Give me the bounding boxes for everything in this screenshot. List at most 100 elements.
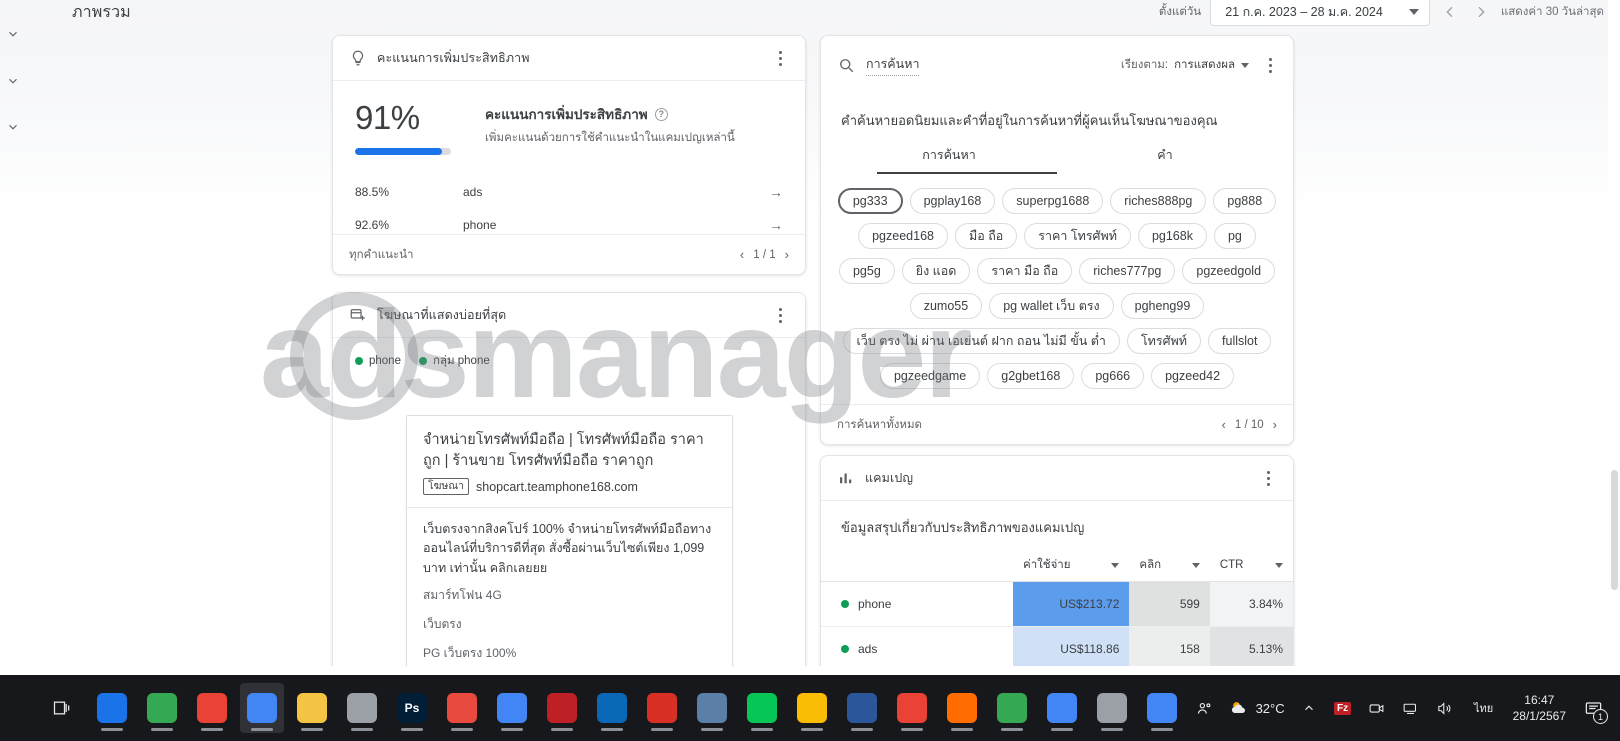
search-term-chip[interactable]: riches777pg bbox=[1079, 258, 1175, 284]
taskbar-app-steam[interactable] bbox=[690, 683, 734, 733]
chrome-1-icon bbox=[147, 693, 177, 723]
arrow-right-icon[interactable]: → bbox=[769, 217, 783, 233]
legend-item[interactable]: phone bbox=[355, 355, 401, 367]
search-term-chip[interactable]: ราคา มือ ถือ bbox=[977, 258, 1072, 284]
table-row[interactable]: ads US$118.86 158 5.13% bbox=[821, 627, 1293, 672]
all-searches-link[interactable]: การค้นหาทั้งหมด bbox=[837, 416, 922, 434]
col-header-cost[interactable]: ค่าใช้จ่าย bbox=[1013, 556, 1129, 582]
search-term-chip[interactable]: pg666 bbox=[1081, 363, 1144, 389]
ad-sitelink[interactable]: PG เว็บตรง 100% bbox=[423, 644, 716, 663]
clock[interactable]: 16:47 28/1/2567 bbox=[1513, 692, 1566, 724]
people-icon[interactable] bbox=[1195, 698, 1215, 718]
pager-prev-icon[interactable]: ‹ bbox=[740, 247, 744, 262]
search-term-chip[interactable]: pgzeedgame bbox=[880, 363, 980, 389]
search-term-chip[interactable]: pgzeed42 bbox=[1151, 363, 1234, 389]
taskbar-app-photoshop[interactable]: Ps bbox=[390, 683, 434, 733]
search-term-chip[interactable]: fullslot bbox=[1208, 328, 1271, 354]
row-ctr: 3.84% bbox=[1210, 582, 1293, 627]
search-term-chip[interactable]: ราคา โทรศัพท์ bbox=[1024, 223, 1131, 249]
scrollbar-thumb[interactable] bbox=[1611, 470, 1618, 590]
page-scrollbar[interactable] bbox=[1608, 0, 1620, 670]
taskbar-app-vs-code[interactable] bbox=[590, 683, 634, 733]
question-mark-icon[interactable]: ? bbox=[655, 108, 668, 121]
search-term-chip[interactable]: riches888pg bbox=[1110, 188, 1206, 214]
col-header-clicks[interactable]: คลิก bbox=[1129, 556, 1209, 582]
taskbar-app-file-explorer[interactable] bbox=[290, 683, 334, 733]
taskbar-app-chrome-3[interactable] bbox=[240, 683, 284, 733]
weather-widget[interactable]: 32°C bbox=[1229, 698, 1285, 718]
ad-display-url[interactable]: shopcart.teamphone168.com bbox=[476, 480, 638, 494]
search-term-chip[interactable]: g2gbet168 bbox=[987, 363, 1074, 389]
taskbar-app-chrome-1[interactable] bbox=[140, 683, 184, 733]
search-term-chip[interactable]: pg wallet เว็บ ตรง bbox=[989, 293, 1113, 319]
sort-by-control[interactable]: เรียงตาม: การแสดงผล bbox=[1121, 56, 1249, 74]
all-recommendations-link[interactable]: ทุกคำแนะนำ bbox=[349, 246, 413, 264]
taskbar-app-filezilla[interactable] bbox=[540, 683, 584, 733]
taskbar-app-chrome-8[interactable] bbox=[990, 683, 1034, 733]
search-term-chip[interactable]: pg bbox=[1214, 223, 1256, 249]
date-next-button[interactable] bbox=[1470, 1, 1492, 23]
taskbar-app-photos[interactable] bbox=[340, 683, 384, 733]
ad-sitelink[interactable]: สมาร์ทโฟน 4G bbox=[423, 586, 716, 605]
filezilla-tray-icon[interactable]: Fz bbox=[1333, 698, 1353, 718]
search-card-menu-button[interactable] bbox=[1259, 52, 1281, 78]
taskbar-app-chrome-2[interactable] bbox=[190, 683, 234, 733]
chevron-up-icon[interactable] bbox=[1299, 698, 1319, 718]
search-term-chip[interactable]: โทรศัพท์ bbox=[1127, 328, 1201, 354]
taskbar-app-chrome-9[interactable] bbox=[1040, 683, 1084, 733]
taskbar-app-line[interactable] bbox=[740, 683, 784, 733]
taskbar-app-chrome-5[interactable] bbox=[790, 683, 834, 733]
camera-icon[interactable] bbox=[1367, 698, 1387, 718]
chevron-down-icon bbox=[1409, 9, 1419, 15]
search-term-chip[interactable]: zumo55 bbox=[910, 293, 982, 319]
notification-icon[interactable]: 1 bbox=[1580, 695, 1606, 721]
rail-expand-chevron-2[interactable] bbox=[4, 72, 22, 90]
search-term-chip[interactable]: มือ ถือ bbox=[955, 223, 1017, 249]
legend-item[interactable]: กลุ่ม phone bbox=[419, 352, 490, 370]
search-term-chip[interactable]: pgzeed168 bbox=[858, 223, 948, 249]
search-term-chip[interactable]: pg168k bbox=[1138, 223, 1207, 249]
notification-count: 1 bbox=[1593, 709, 1608, 724]
search-term-chip[interactable]: pgplay168 bbox=[910, 188, 996, 214]
search-term-chip[interactable]: เว็บ ตรง ไม่ ผ่าน เอเย่นต์ ฝาก ถอน ไม่มี… bbox=[843, 328, 1120, 354]
taskbar-app-notepad[interactable] bbox=[640, 683, 684, 733]
legend-label: phone bbox=[369, 355, 401, 367]
pager-next-icon[interactable]: › bbox=[1273, 417, 1277, 432]
tab-searches[interactable]: การค้นหา bbox=[841, 145, 1057, 174]
search-term-chip[interactable]: pgheng99 bbox=[1121, 293, 1205, 319]
search-term-chip[interactable]: pg5g bbox=[839, 258, 895, 284]
taskbar-app-chrome-7[interactable] bbox=[940, 683, 984, 733]
taskbar-app-chrome-4[interactable] bbox=[490, 683, 534, 733]
volume-icon[interactable] bbox=[1435, 698, 1455, 718]
ad-preview-box[interactable]: จำหน่ายโทรศัพท์มือถือ | โทรศัพท์มือถือ ร… bbox=[406, 415, 733, 675]
search-term-chip[interactable]: pg333 bbox=[838, 188, 903, 214]
arrow-right-icon[interactable]: → bbox=[769, 184, 783, 200]
tab-words[interactable]: คำ bbox=[1057, 145, 1273, 174]
search-term-chip[interactable]: superpg1688 bbox=[1002, 188, 1103, 214]
taskbar-app-settings[interactable] bbox=[1090, 683, 1134, 733]
rail-expand-chevron-3[interactable] bbox=[4, 118, 22, 136]
taskbar-app-chrome-6[interactable] bbox=[890, 683, 934, 733]
table-row[interactable]: phone US$213.72 599 3.84% bbox=[821, 582, 1293, 627]
date-prev-button[interactable] bbox=[1439, 1, 1461, 23]
search-term-chip[interactable]: ยิง แอด bbox=[902, 258, 971, 284]
ads-card-menu-button[interactable] bbox=[769, 302, 791, 328]
pager-next-icon[interactable]: › bbox=[785, 247, 789, 262]
taskbar-app-media-player[interactable] bbox=[440, 683, 484, 733]
language-indicator[interactable]: ไทย bbox=[1469, 698, 1499, 718]
search-term-chip[interactable]: pg888 bbox=[1213, 188, 1276, 214]
optimization-row[interactable]: 88.5% ads → bbox=[333, 175, 805, 208]
col-header-ctr[interactable]: CTR bbox=[1210, 556, 1293, 582]
ad-sitelink[interactable]: เว็บตรง bbox=[423, 615, 716, 634]
taskbar-app-word[interactable] bbox=[840, 683, 884, 733]
optimization-card-menu-button[interactable] bbox=[769, 45, 791, 71]
search-term-chip[interactable]: pgzeedgold bbox=[1182, 258, 1275, 284]
taskbar-app-edge[interactable] bbox=[90, 683, 134, 733]
search-terms-link[interactable]: การค้นหา bbox=[866, 54, 919, 76]
date-range-picker[interactable]: 21 ก.ค. 2023 – 28 ม.ค. 2024 bbox=[1210, 0, 1430, 26]
taskbar-app-chrome-10[interactable] bbox=[1140, 683, 1184, 733]
campaign-card-menu-button[interactable] bbox=[1257, 465, 1279, 491]
pager-prev-icon[interactable]: ‹ bbox=[1222, 417, 1226, 432]
task-view-icon[interactable] bbox=[40, 683, 84, 733]
network-icon[interactable] bbox=[1401, 698, 1421, 718]
